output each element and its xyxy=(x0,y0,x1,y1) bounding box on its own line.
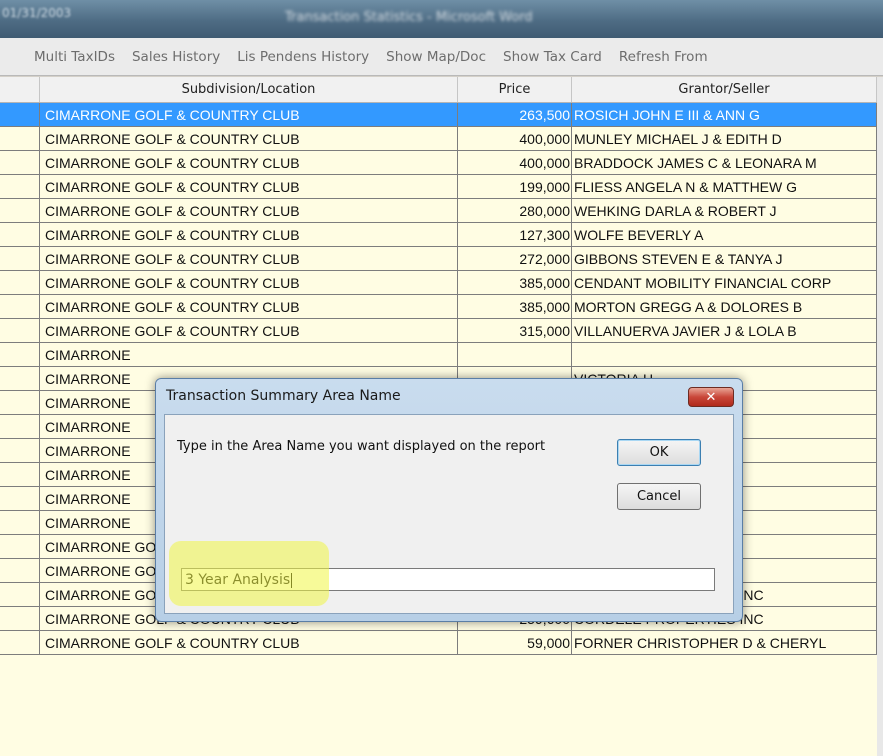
window-titlebar: 01/31/2003 Transaction Statistics - Micr… xyxy=(0,0,883,38)
cell-price[interactable] xyxy=(458,343,572,367)
menu-lis-pendens-history[interactable]: Lis Pendens History xyxy=(237,49,369,65)
row-selector[interactable] xyxy=(0,127,40,151)
cell-grantor[interactable]: CENDANT MOBILITY FINANCIAL CORP xyxy=(572,271,877,295)
cell-grantor[interactable]: WOLFE BEVERLY A xyxy=(572,223,877,247)
menu-refresh-from[interactable]: Refresh From xyxy=(619,49,708,65)
cell-price[interactable]: 127,300 xyxy=(458,223,572,247)
table-row[interactable]: CIMARRONE GOLF & COUNTRY CLUB 59,000 FORNE… xyxy=(0,631,877,655)
row-selector[interactable] xyxy=(0,391,40,415)
table-row[interactable]: CIMARRONE GOLF & COUNTRY CLUB 263,500 ROSI… xyxy=(0,103,877,127)
cell-price[interactable]: 385,000 xyxy=(458,271,572,295)
cell-price[interactable]: 59,000 xyxy=(458,631,572,655)
row-selector[interactable] xyxy=(0,223,40,247)
table-row[interactable]: CIMARRONE GOLF & COUNTRY CLUB 280,000 WEHK… xyxy=(0,199,877,223)
menu-show-map-doc[interactable]: Show Map/Doc xyxy=(386,49,486,65)
row-selector[interactable] xyxy=(0,319,40,343)
table-row[interactable]: CIMARRONE GOLF & COUNTRY CLUB 400,000 BRAD… xyxy=(0,151,877,175)
cell-subdivision[interactable]: CIMARRONE xyxy=(40,343,458,367)
row-selector[interactable] xyxy=(0,559,40,583)
column-header-grantor[interactable]: Grantor/Seller xyxy=(572,77,877,102)
row-header-corner xyxy=(0,77,40,102)
cell-subdivision[interactable]: CIMARRONE GOLF & COUNTRY CLUB xyxy=(40,175,458,199)
dialog-title: Transaction Summary Area Name xyxy=(166,388,401,404)
menu-multi-taxids[interactable]: Multi TaxIDs xyxy=(34,49,115,65)
row-selector[interactable] xyxy=(0,439,40,463)
row-selector[interactable] xyxy=(0,487,40,511)
text-caret xyxy=(291,572,293,588)
area-name-input-value: 3 Year Analysis xyxy=(185,572,291,588)
close-icon[interactable]: ✕ xyxy=(688,387,734,407)
window-title: Transaction Statistics - Microsoft Word xyxy=(285,10,533,25)
table-row[interactable]: CIMARRONE GOLF & COUNTRY CLUB 385,000 CEND… xyxy=(0,271,877,295)
cell-grantor[interactable]: VILLANUERVA JAVIER J & LOLA B xyxy=(572,319,877,343)
cell-subdivision[interactable]: CIMARRONE GOLF & COUNTRY CLUB xyxy=(40,631,458,655)
row-selector[interactable] xyxy=(0,175,40,199)
table-row[interactable]: CIMARRONE GOLF & COUNTRY CLUB 272,000 GIBB… xyxy=(0,247,877,271)
cell-price[interactable]: 315,000 xyxy=(458,319,572,343)
dialog-body: Type in the Area Name you want displayed… xyxy=(164,414,734,614)
cell-price[interactable]: 263,500 xyxy=(458,103,572,127)
table-row[interactable]: CIMARRONE GOLF & COUNTRY CLUB 199,000 FLIE… xyxy=(0,175,877,199)
area-name-dialog: Transaction Summary Area Name ✕ Type in … xyxy=(155,378,743,622)
row-selector[interactable] xyxy=(0,295,40,319)
row-selector[interactable] xyxy=(0,463,40,487)
row-selector[interactable] xyxy=(0,271,40,295)
cell-grantor[interactable]: MORTON GREGG A & DOLORES B xyxy=(572,295,877,319)
cell-price[interactable]: 280,000 xyxy=(458,199,572,223)
toolbar-menu: Multi TaxIDs Sales History Lis Pendens H… xyxy=(0,38,883,76)
table-row[interactable]: CIMARRONE xyxy=(0,343,877,367)
ok-button[interactable]: OK xyxy=(617,439,701,466)
row-selector[interactable] xyxy=(0,199,40,223)
menu-show-tax-card[interactable]: Show Tax Card xyxy=(503,49,602,65)
column-header-subdivision[interactable]: Subdivision/Location xyxy=(40,77,458,102)
table-row[interactable]: CIMARRONE GOLF & COUNTRY CLUB 127,300 WOLF… xyxy=(0,223,877,247)
row-selector[interactable] xyxy=(0,367,40,391)
cell-grantor[interactable]: WEHKING DARLA & ROBERT J xyxy=(572,199,877,223)
window-date: 01/31/2003 xyxy=(2,6,72,20)
table-row[interactable]: CIMARRONE GOLF & COUNTRY CLUB 400,000 MUNL… xyxy=(0,127,877,151)
cell-grantor[interactable]: GIBBONS STEVEN E & TANYA J xyxy=(572,247,877,271)
cell-grantor[interactable] xyxy=(572,343,877,367)
grid-header: Subdivision/Location Price Grantor/Selle… xyxy=(0,77,877,103)
cell-price[interactable]: 272,000 xyxy=(458,247,572,271)
row-selector[interactable] xyxy=(0,343,40,367)
area-name-input[interactable]: 3 Year Analysis xyxy=(181,568,715,591)
cell-subdivision[interactable]: CIMARRONE GOLF & COUNTRY CLUB xyxy=(40,319,458,343)
row-selector[interactable] xyxy=(0,631,40,655)
cell-price[interactable]: 385,000 xyxy=(458,295,572,319)
cancel-button[interactable]: Cancel xyxy=(617,483,701,510)
cell-grantor[interactable]: BRADDOCK JAMES C & LEONARA M xyxy=(572,151,877,175)
cell-grantor[interactable]: FORNER CHRISTOPHER D & CHERYL xyxy=(572,631,877,655)
cell-subdivision[interactable]: CIMARRONE GOLF & COUNTRY CLUB xyxy=(40,127,458,151)
row-selector[interactable] xyxy=(0,247,40,271)
cell-price[interactable]: 400,000 xyxy=(458,127,572,151)
cell-price[interactable]: 400,000 xyxy=(458,151,572,175)
cell-subdivision[interactable]: CIMARRONE GOLF & COUNTRY CLUB xyxy=(40,199,458,223)
cell-grantor[interactable]: FLIESS ANGELA N & MATTHEW G xyxy=(572,175,877,199)
dialog-message: Type in the Area Name you want displayed… xyxy=(177,439,546,454)
menu-sales-history[interactable]: Sales History xyxy=(132,49,220,65)
row-selector[interactable] xyxy=(0,103,40,127)
row-selector[interactable] xyxy=(0,511,40,535)
row-selector[interactable] xyxy=(0,151,40,175)
column-header-price[interactable]: Price xyxy=(458,77,572,102)
vertical-scrollbar[interactable] xyxy=(877,77,883,756)
table-row[interactable]: CIMARRONE GOLF & COUNTRY CLUB 385,000 MORT… xyxy=(0,295,877,319)
cell-grantor[interactable]: MUNLEY MICHAEL J & EDITH D xyxy=(572,127,877,151)
row-selector[interactable] xyxy=(0,607,40,631)
row-selector[interactable] xyxy=(0,415,40,439)
cell-subdivision[interactable]: CIMARRONE GOLF & COUNTRY CLUB xyxy=(40,271,458,295)
cell-subdivision[interactable]: CIMARRONE GOLF & COUNTRY CLUB xyxy=(40,247,458,271)
row-selector[interactable] xyxy=(0,583,40,607)
cell-grantor[interactable]: ROSICH JOHN E III & ANN G xyxy=(572,103,877,127)
row-selector[interactable] xyxy=(0,535,40,559)
cell-subdivision[interactable]: CIMARRONE GOLF & COUNTRY CLUB xyxy=(40,223,458,247)
cell-subdivision[interactable]: CIMARRONE GOLF & COUNTRY CLUB xyxy=(40,151,458,175)
cell-subdivision[interactable]: CIMARRONE GOLF & COUNTRY CLUB xyxy=(40,103,458,127)
cell-price[interactable]: 199,000 xyxy=(458,175,572,199)
table-row[interactable]: CIMARRONE GOLF & COUNTRY CLUB 315,000 VILL… xyxy=(0,319,877,343)
cell-subdivision[interactable]: CIMARRONE GOLF & COUNTRY CLUB xyxy=(40,295,458,319)
